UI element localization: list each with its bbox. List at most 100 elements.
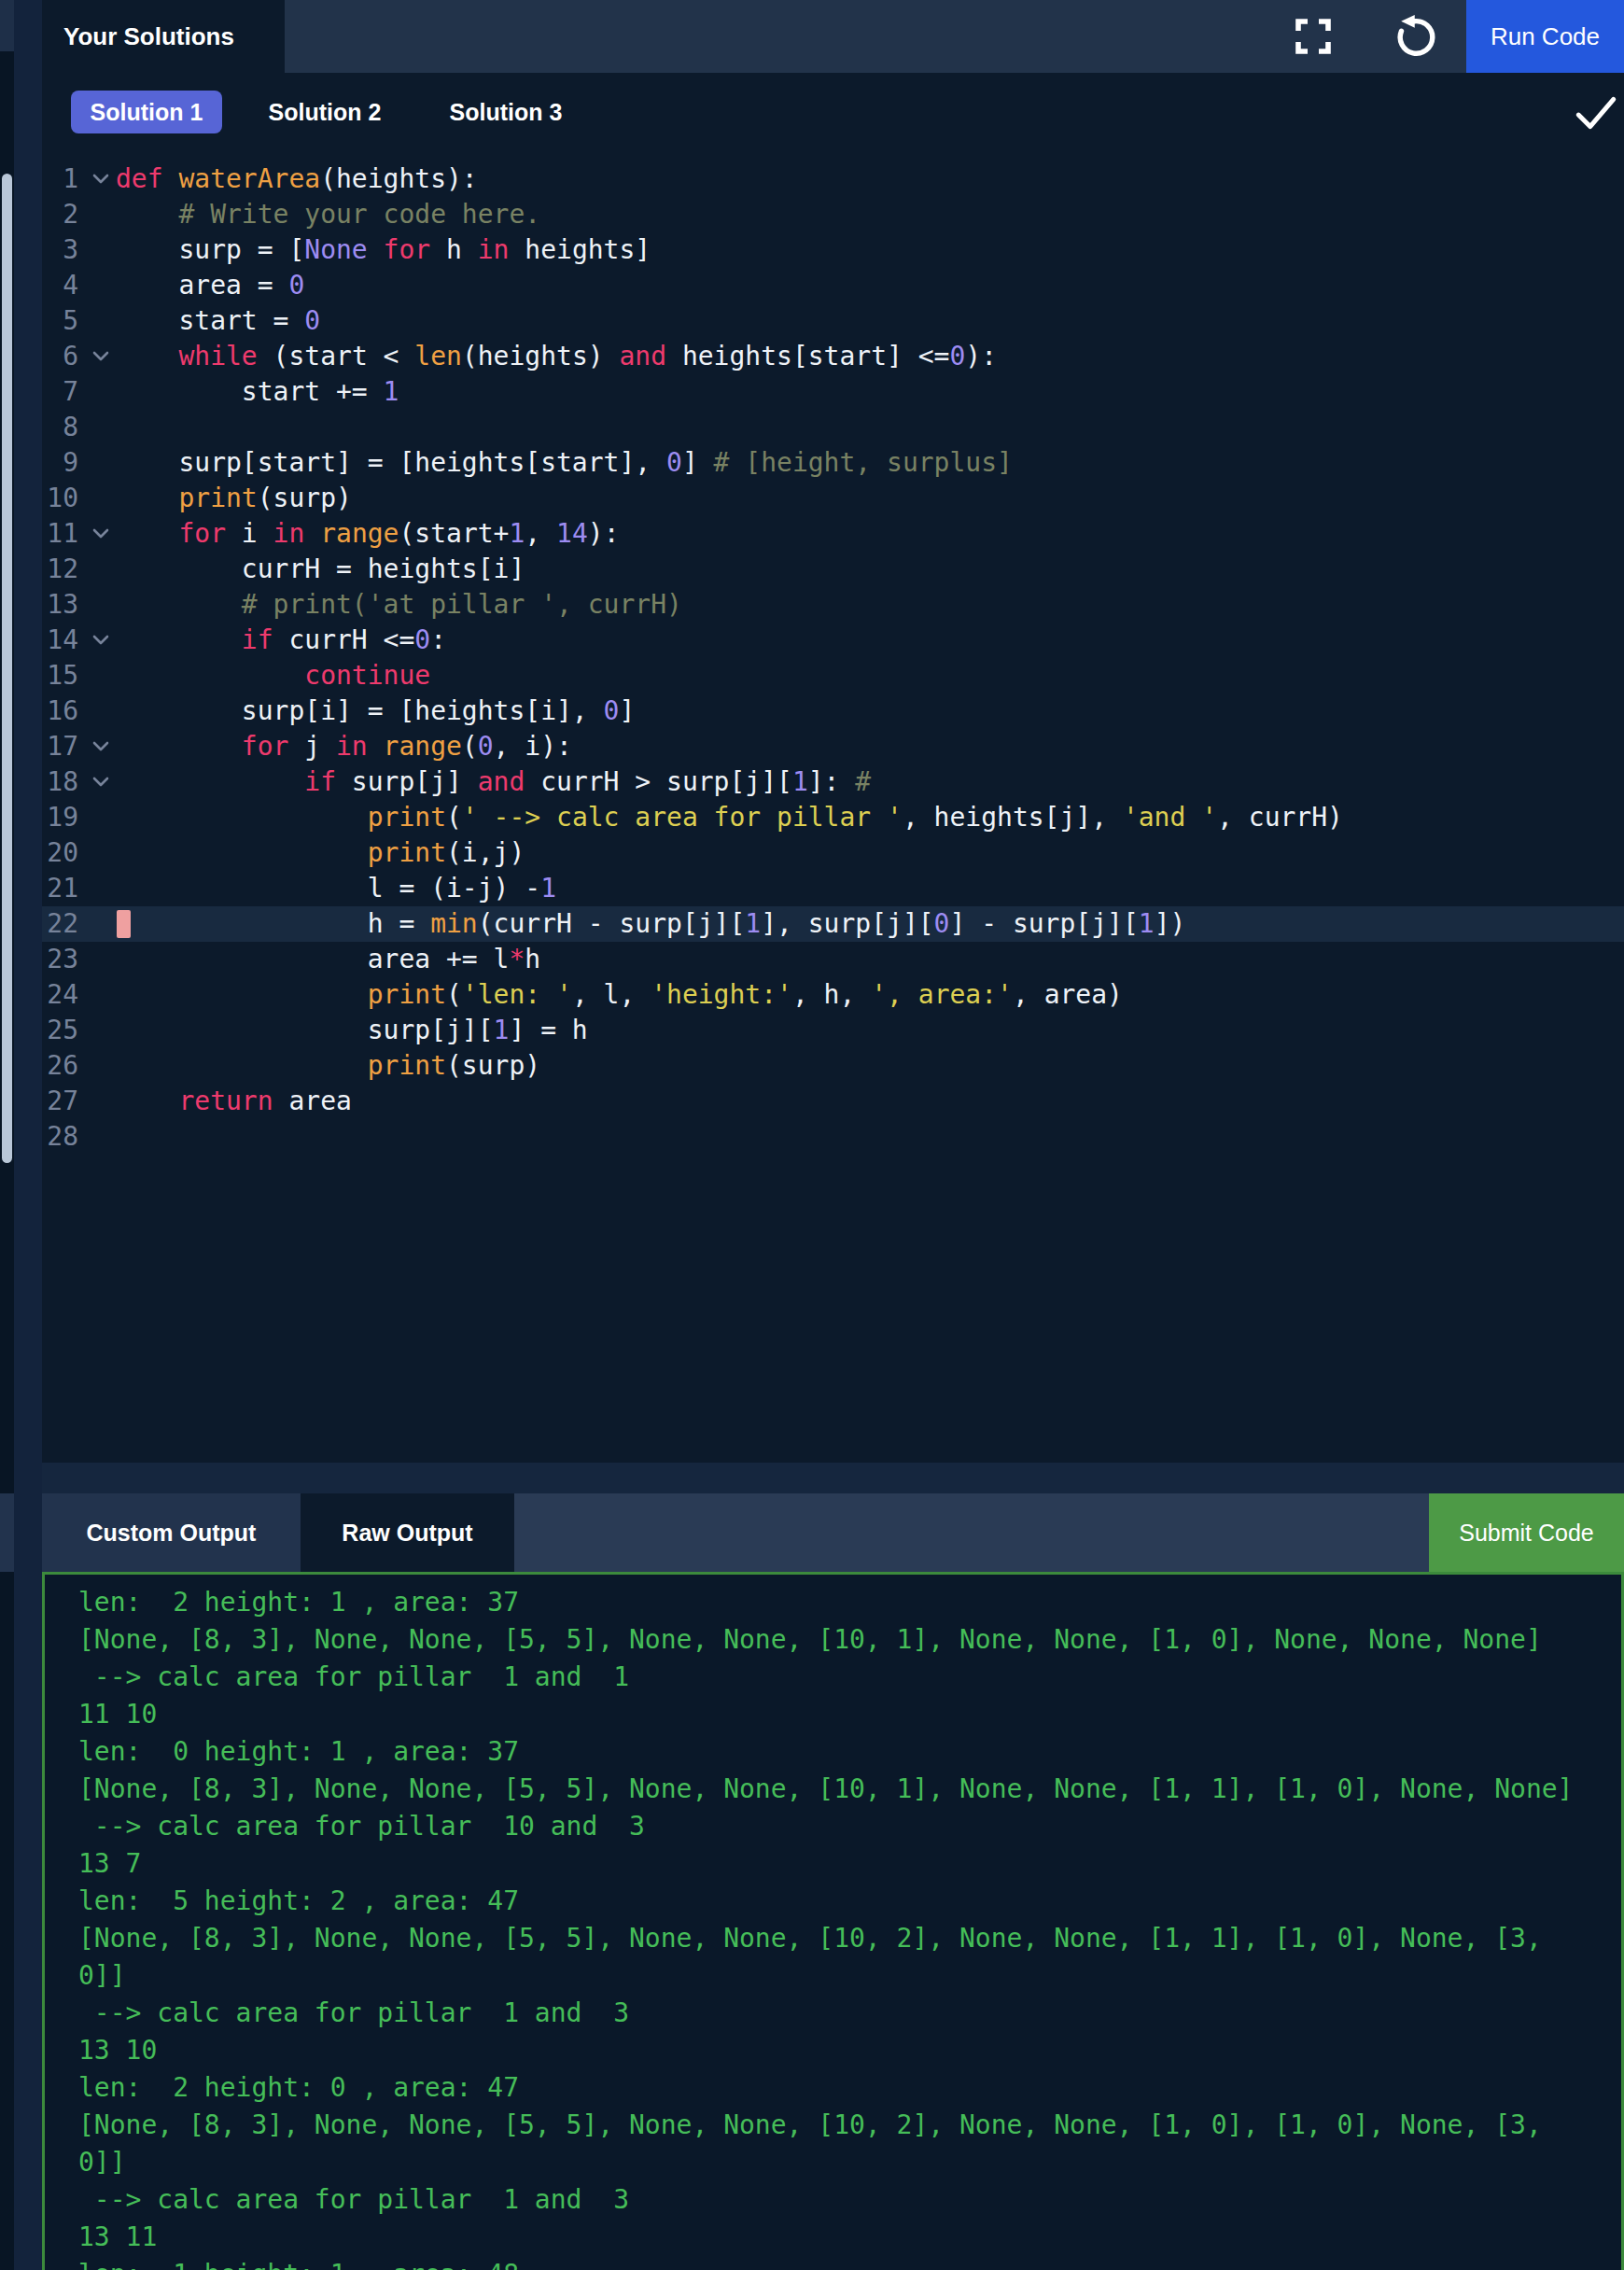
line-number: 19 [42,800,78,835]
line-number: 11 [42,516,78,552]
code-text: surp[start] = [heights[start], 0] # [hei… [116,445,1013,481]
code-line[interactable]: 28 [42,1119,1624,1155]
code-workspace: Your Solutions Run Code Solution 1 Solut… [0,0,1624,2270]
fold-toggle[interactable] [87,623,115,658]
code-text: print(surp) [116,481,352,516]
panel-tab-your-solutions[interactable]: Your Solutions [42,0,285,73]
code-line[interactable]: 5 start = 0 [42,303,1624,339]
code-text: for j in range(0, i): [116,729,572,764]
line-number: 17 [42,729,78,764]
code-text: # print('at pillar ', currH) [116,587,682,623]
code-text: surp[i] = [heights[i], 0] [116,694,635,729]
fold-toggle[interactable] [87,339,115,374]
code-text: while (start < len(heights) and heights[… [116,339,997,374]
console-line: [None, [8, 3], None, None, [5, 5], None,… [78,1920,1621,1957]
code-line[interactable]: 20 print(i,j) [42,835,1624,871]
output-console[interactable]: len: 2 height: 1 , area: 37 [None, [8, 3]… [42,1572,1624,2270]
tab-solution-2[interactable]: Solution 2 [259,99,390,126]
code-line[interactable]: 21 l = (i-j) -1 [42,871,1624,906]
code-line[interactable]: 8 [42,410,1624,445]
panel-divider[interactable] [14,0,42,2270]
console-line: 11 10 [78,1696,1621,1733]
chevron-down-icon[interactable] [89,349,113,364]
scrollbar-thumb[interactable] [2,174,12,1163]
code-line[interactable]: 3 surp = [None for h in heights] [42,232,1624,268]
line-number: 13 [42,587,78,623]
top-bar: Your Solutions Run Code [14,0,1624,73]
code-text: area += l*h [116,942,540,977]
code-text: print(surp) [116,1048,540,1084]
code-line[interactable]: 23 area += l*h [42,942,1624,977]
console-line: [None, [8, 3], None, None, [5, 5], None,… [78,2107,1621,2144]
code-line[interactable]: 1def waterArea(heights): [42,161,1624,197]
code-line[interactable]: 24 print('len: ', l, 'height:', h, ', ar… [42,977,1624,1013]
output-tab-bar: Custom Output Raw Output Submit Code [14,1493,1624,1572]
chevron-down-icon[interactable] [89,739,113,754]
tab-raw-output[interactable]: Raw Output [301,1493,514,1572]
run-code-button[interactable]: Run Code [1466,0,1624,73]
console-line: len: 2 height: 0 , area: 47 [78,2069,1621,2107]
code-line[interactable]: 7 start += 1 [42,374,1624,410]
code-line[interactable]: 13 # print('at pillar ', currH) [42,587,1624,623]
console-line: [None, [8, 3], None, None, [5, 5], None,… [78,1771,1621,1808]
chevron-down-icon[interactable] [89,775,113,790]
tab-custom-output-label: Custom Output [87,1520,257,1547]
left-panel-header-edge [0,0,14,51]
console-line: len: 0 height: 1 , area: 37 [78,1733,1621,1771]
code-line[interactable]: 10 print(surp) [42,481,1624,516]
code-line[interactable]: 22 h = min(currH - surp[j][1], surp[j][0… [42,906,1624,942]
code-editor[interactable]: 1def waterArea(heights):2 # Write your c… [42,151,1624,1463]
code-line[interactable]: 19 print(' --> calc area for pillar ', h… [42,800,1624,835]
code-text: print('len: ', l, 'height:', h, ', area:… [116,977,1123,1013]
code-line[interactable]: 14 if currH <=0: [42,623,1624,658]
console-line: len: 1 height: 1 , area: 48 [78,2256,1621,2270]
code-line[interactable]: 12 currH = heights[i] [42,552,1624,587]
chevron-down-icon[interactable] [89,526,113,541]
code-text: surp = [None for h in heights] [116,232,651,268]
tab-solution-1-label: Solution 1 [91,99,203,126]
console-line: 0]] [78,1957,1621,1995]
reset-icon [1393,13,1439,60]
fold-toggle[interactable] [87,161,115,197]
tab-custom-output[interactable]: Custom Output [42,1493,301,1572]
code-line[interactable]: 9 surp[start] = [heights[start], 0] # [h… [42,445,1624,481]
fold-toggle[interactable] [87,729,115,764]
chevron-down-icon[interactable] [89,633,113,648]
code-text: return area [116,1084,352,1119]
fold-toggle[interactable] [87,764,115,800]
panel-gap [14,1463,1624,1493]
fold-toggle[interactable] [87,516,115,552]
tab-solution-1[interactable]: Solution 1 [71,91,222,133]
code-line[interactable]: 17 for j in range(0, i): [42,729,1624,764]
line-number: 7 [42,374,78,410]
submit-code-label: Submit Code [1459,1520,1594,1547]
tab-solution-3[interactable]: Solution 3 [441,99,571,126]
line-number: 21 [42,871,78,906]
code-line[interactable]: 18 if surp[j] and currH > surp[j][1]: # [42,764,1624,800]
code-line[interactable]: 27 return area [42,1084,1624,1119]
line-number: 22 [42,906,78,942]
chevron-down-icon[interactable] [89,172,113,187]
code-line[interactable]: 4 area = 0 [42,268,1624,303]
code-line[interactable]: 15 continue [42,658,1624,694]
line-number: 28 [42,1119,78,1155]
console-line: 13 7 [78,1845,1621,1883]
code-text: # Write your code here. [116,197,540,232]
run-code-label: Run Code [1491,22,1600,51]
code-line[interactable]: 26 print(surp) [42,1048,1624,1084]
code-line[interactable]: 25 surp[j][1] = h [42,1013,1624,1048]
code-text: continue [116,658,430,694]
line-number: 24 [42,977,78,1013]
code-line[interactable]: 2 # Write your code here. [42,197,1624,232]
line-number: 23 [42,942,78,977]
code-line[interactable]: 16 surp[i] = [heights[i], 0] [42,694,1624,729]
code-text: print(' --> calc area for pillar ', heig… [116,800,1343,835]
line-number: 9 [42,445,78,481]
fullscreen-button[interactable] [1276,0,1351,73]
submit-code-button[interactable]: Submit Code [1429,1493,1624,1572]
code-line[interactable]: 11 for i in range(start+1, 14): [42,516,1624,552]
code-line[interactable]: 6 while (start < len(heights) and height… [42,339,1624,374]
console-line: len: 2 height: 1 , area: 37 [78,1584,1621,1621]
line-number: 4 [42,268,78,303]
reset-code-button[interactable] [1379,0,1453,73]
